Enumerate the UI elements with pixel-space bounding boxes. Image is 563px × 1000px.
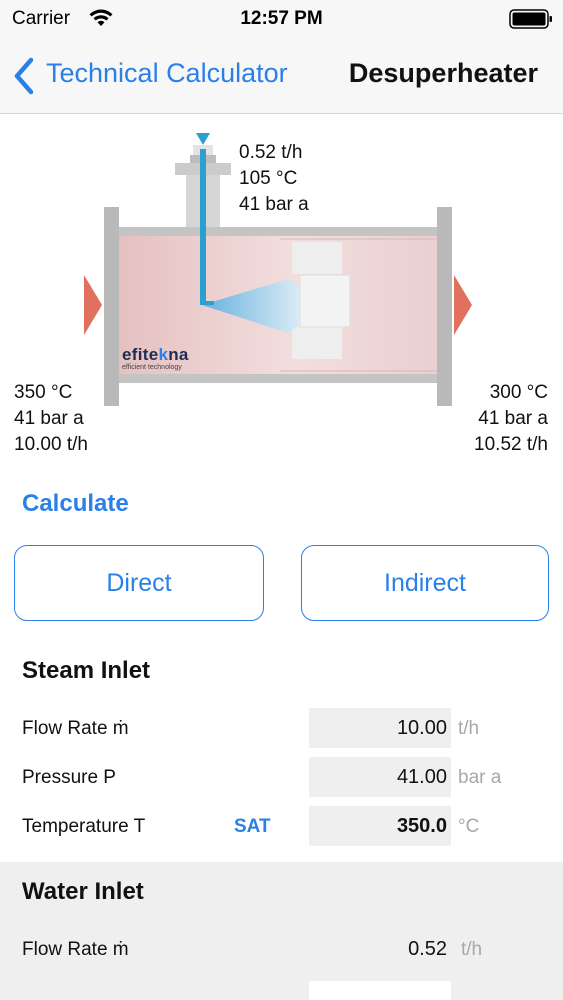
clock: 12:57 PM (240, 8, 323, 29)
water-inlet-summary: 0.52 t/h 105 °C 41 bar a (239, 140, 309, 218)
right-flange (437, 207, 452, 406)
pipe-bottom-wall (118, 374, 438, 383)
navigation-bar: Technical Calculator Desuperheater (0, 40, 563, 114)
direct-button[interactable]: Direct (14, 545, 264, 621)
water-pressure-text: 41 bar a (239, 194, 309, 215)
chevron-left-icon[interactable] (12, 56, 36, 96)
water-inlet-heading: Water Inlet (22, 878, 144, 905)
next-input-field[interactable] (309, 981, 451, 1000)
calculate-heading: Calculate (22, 490, 129, 517)
logo-tagline: efficient technology (122, 364, 182, 371)
water-flow-unit: t/h (461, 939, 483, 960)
water-flow-text: 0.52 t/h (239, 142, 303, 163)
steam-outlet-summary: 300 °C 41 bar a 10.52 t/h (474, 380, 548, 458)
steam-outlet-arrow (454, 275, 472, 335)
page-title: Desuperheater (348, 58, 538, 88)
steam-inlet-arrow (84, 275, 102, 335)
steam-flow-unit: t/h (458, 718, 480, 739)
nozzle-holder (292, 242, 342, 274)
pipe-top-wall (118, 227, 438, 236)
steam-inlet-pressure-text: 41 bar a (14, 408, 84, 429)
steam-inlet-temperature-text: 350 °C (14, 382, 73, 403)
steam-outlet-pressure-text: 41 bar a (478, 408, 548, 429)
steam-pressure-label: Pressure P (22, 767, 116, 788)
steam-inlet-flow-text: 10.00 t/h (14, 434, 88, 455)
steam-temperature-input[interactable]: 350.0 (309, 806, 451, 846)
steam-pressure-unit: bar a (458, 767, 502, 788)
desuperheater-diagram: 0.52 t/h 105 °C 41 bar a 350 °C 41 bar a… (0, 115, 563, 475)
left-flange (104, 207, 119, 406)
sat-button[interactable]: SAT (234, 816, 271, 838)
steam-inlet-summary: 350 °C 41 bar a 10.00 t/h (14, 380, 88, 458)
efitekna-logo: efitekna efficient technology (122, 345, 189, 371)
steam-inlet-heading: Steam Inlet (22, 657, 151, 684)
steam-flow-input[interactable]: 10.00 (309, 708, 451, 748)
status-bar: Carrier 12:57 PM (0, 0, 563, 40)
steam-temperature-unit: °C (458, 816, 480, 837)
steam-flow-label: Flow Rate ṁ (22, 718, 129, 739)
water-flow-label: Flow Rate ṁ (22, 939, 129, 960)
indirect-button[interactable]: Indirect (301, 545, 549, 621)
steam-outlet-flow-text: 10.52 t/h (474, 434, 548, 455)
steam-temperature-label: Temperature T (22, 816, 146, 837)
back-button[interactable]: Technical Calculator (46, 58, 288, 89)
water-flow-input[interactable]: 0.52 (309, 938, 451, 961)
water-inlet-marker (196, 133, 210, 145)
steam-pressure-input[interactable]: 41.00 (309, 757, 451, 797)
water-temperature-text: 105 °C (239, 168, 298, 189)
battery-icon (509, 9, 552, 29)
steam-outlet-temperature-text: 300 °C (489, 382, 548, 403)
water-inlet-section: Water Inlet Flow Rate ṁ 0.52 t/h (0, 862, 563, 1000)
